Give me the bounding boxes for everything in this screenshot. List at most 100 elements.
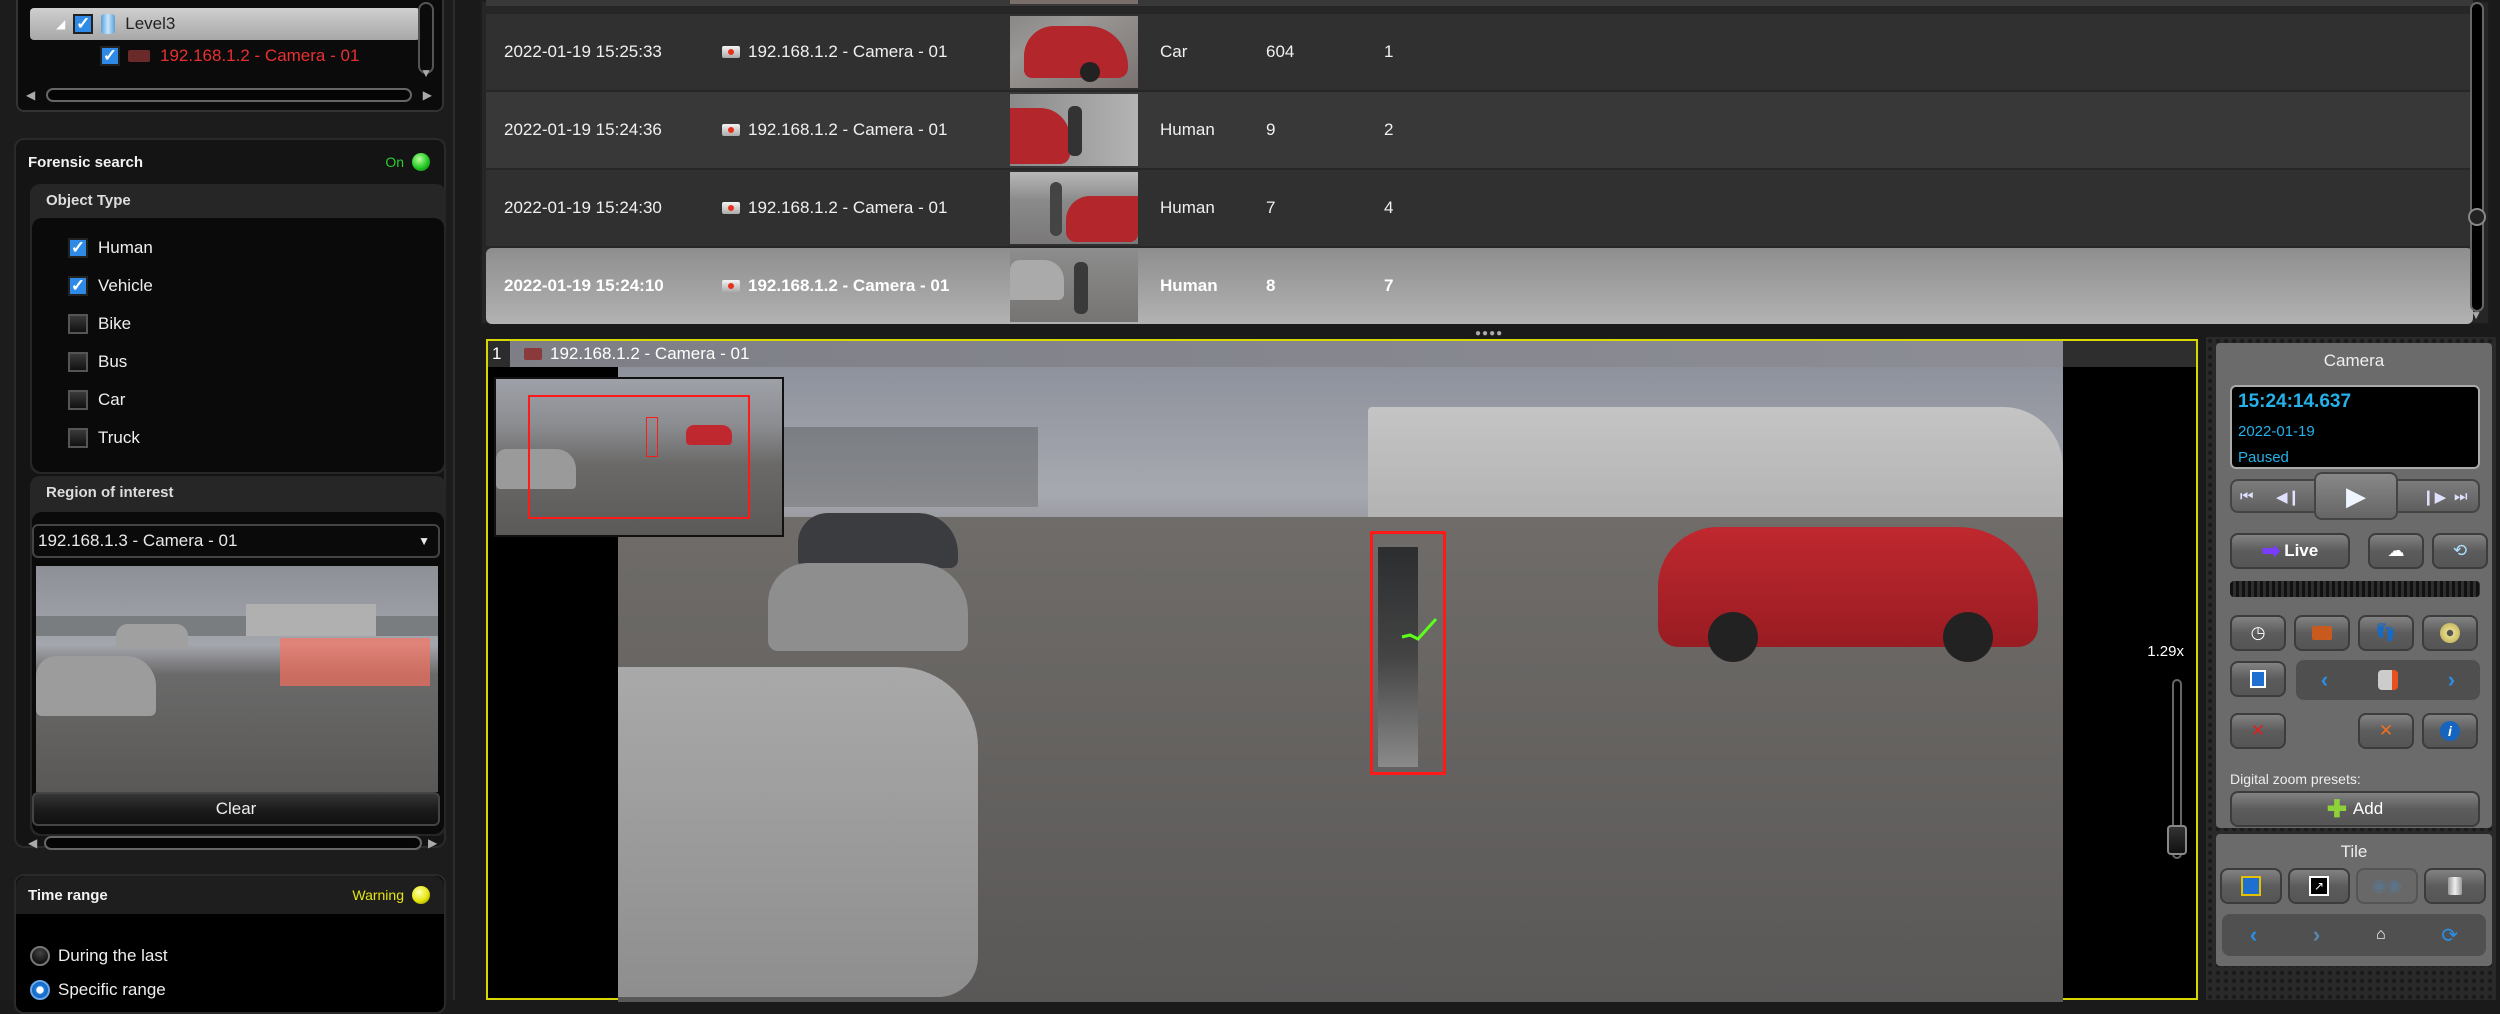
object-type-car[interactable]: Car: [68, 390, 125, 410]
fullscreen-tile-button[interactable]: [2220, 868, 2282, 904]
slow-motion-button[interactable]: ☁: [2368, 533, 2424, 569]
status-led-yellow-icon: [412, 886, 430, 904]
results-vertical-scrollbar[interactable]: [2470, 2, 2484, 312]
object-type-bike[interactable]: Bike: [68, 314, 131, 334]
table-row[interactable]: 2022-01-19 15:24:36 192.168.1.2 - Camera…: [486, 92, 2473, 168]
splitter-handle[interactable]: ●●●●: [1475, 328, 1503, 339]
video-tile[interactable]: 1 192.168.1.2 - Camera - 01 1.29x: [486, 339, 2198, 1002]
table-row-selected[interactable]: 2022-01-19 15:24:10 192.168.1.2 - Camera…: [486, 248, 2473, 324]
home-icon[interactable]: ⌂: [2376, 926, 2386, 944]
object-type-list: ✓ Human ✓ Vehicle Bike Bus Car Truck: [32, 218, 444, 472]
table-row[interactable]: 2022-01-19 15:24:30 192.168.1.2 - Camera…: [486, 170, 2473, 246]
object-type-truck[interactable]: Truck: [68, 428, 140, 448]
scroll-left-icon[interactable]: ◀: [26, 88, 35, 102]
info-button[interactable]: i: [2422, 713, 2478, 749]
red-car-shape: [1024, 26, 1128, 78]
scroll-down-icon[interactable]: ▼: [420, 66, 432, 80]
overview-pip[interactable]: [494, 377, 784, 537]
tree-horizontal-scrollbar[interactable]: [46, 88, 412, 102]
status-led-green-icon: [412, 153, 430, 171]
snapshot-button[interactable]: [2294, 615, 2350, 651]
result-size: 9: [1266, 120, 1276, 139]
tree-item-level3[interactable]: ◢ ✓ Level3: [30, 8, 420, 40]
time-range-header[interactable]: Time range Warning: [16, 876, 444, 914]
next-bookmark-icon[interactable]: ›: [2448, 667, 2455, 693]
results-scroll-down-icon[interactable]: ▼: [2470, 308, 2482, 322]
result-thumbnail[interactable]: [1010, 94, 1138, 166]
forensic-status-text: On: [385, 154, 404, 170]
tree-vertical-scrollbar[interactable]: [418, 2, 434, 74]
bike-checkbox[interactable]: [68, 314, 88, 334]
tile-back-icon[interactable]: ‹: [2250, 922, 2257, 948]
results-scroll-thumb[interactable]: [2468, 208, 2486, 226]
wheel-shape: [1708, 612, 1758, 662]
add-zoom-preset-button[interactable]: ✚ Add: [2230, 791, 2480, 827]
find-button-disabled[interactable]: ◉◉: [2356, 868, 2418, 904]
skip-to-end-icon[interactable]: ⏭: [2454, 488, 2468, 505]
result-score: 1: [1384, 42, 1394, 61]
detach-tile-button[interactable]: ↗: [2288, 868, 2350, 904]
play-button[interactable]: ▶: [2314, 472, 2398, 520]
clear-button[interactable]: Clear: [32, 792, 440, 826]
roi-scroll-right-icon[interactable]: ▶: [428, 836, 437, 850]
step-forward-icon[interactable]: ❙▶: [2422, 488, 2446, 506]
forensic-search-header[interactable]: Forensic search On: [16, 140, 444, 184]
roi-horizontal-scrollbar[interactable]: [44, 836, 422, 850]
tile-mode-button[interactable]: [2230, 661, 2286, 697]
pip-viewport-rect[interactable]: [528, 395, 750, 519]
scroll-right-icon[interactable]: ▶: [423, 88, 432, 102]
tree-item-camera[interactable]: ✓ 192.168.1.2 - Camera - 01: [100, 40, 359, 72]
specific-range-radio[interactable]: [30, 980, 50, 1000]
tile-camera-label: 192.168.1.2 - Camera - 01: [550, 344, 750, 363]
expand-triangle-icon[interactable]: ◢: [56, 17, 65, 31]
step-back-icon[interactable]: ◀❙: [2276, 488, 2300, 506]
skip-to-start-icon[interactable]: ⏮: [2240, 488, 2254, 505]
object-type-bus[interactable]: Bus: [68, 352, 127, 372]
clear-search-button[interactable]: ✕: [2358, 713, 2414, 749]
roi-scroll-left-icon[interactable]: ◀: [28, 836, 37, 850]
table-row-partial[interactable]: [486, 0, 2473, 6]
object-type-human[interactable]: ✓ Human: [68, 238, 153, 258]
red-car-shape: [1066, 196, 1138, 242]
roi-region-highlight[interactable]: [280, 638, 430, 686]
bus-checkbox[interactable]: [68, 352, 88, 372]
live-button[interactable]: ➡ Live: [2230, 533, 2350, 569]
silver-car-shape: [1010, 260, 1064, 300]
object-type-vehicle[interactable]: ✓ Vehicle: [68, 276, 153, 296]
server-icon: [101, 14, 116, 34]
specific-range-option[interactable]: Specific range: [30, 980, 166, 1000]
camera-icon: [722, 46, 740, 58]
truck-label: Truck: [98, 428, 140, 447]
roi-preview-image[interactable]: [36, 566, 438, 792]
video-frame[interactable]: [618, 367, 2063, 1002]
car-checkbox[interactable]: [68, 390, 88, 410]
camera-checkbox[interactable]: ✓: [100, 46, 120, 66]
roi-camera-select[interactable]: 192.168.1.3 - Camera - 01 ▼: [32, 524, 440, 558]
vehicle-checkbox[interactable]: ✓: [68, 276, 88, 296]
binoculars-icon: ◉◉: [2372, 876, 2402, 895]
refresh-icon[interactable]: ⟳: [2441, 923, 2458, 948]
level3-checkbox[interactable]: ✓: [73, 14, 94, 34]
bookmark-icon[interactable]: [2378, 670, 2398, 690]
table-row[interactable]: 2022-01-19 15:25:33 192.168.1.2 - Camera…: [486, 14, 2473, 90]
previous-bookmark-icon[interactable]: ‹: [2321, 667, 2328, 693]
result-thumbnail[interactable]: [1010, 172, 1138, 244]
zoom-slider-handle[interactable]: [2167, 825, 2187, 855]
during-the-last-radio[interactable]: [30, 946, 50, 966]
loop-button[interactable]: ⟲: [2432, 533, 2488, 569]
visit-history-button[interactable]: 👣: [2358, 615, 2414, 651]
result-thumbnail[interactable]: [1010, 16, 1138, 88]
truck-checkbox[interactable]: [68, 428, 88, 448]
play-icon: ▶: [2346, 481, 2366, 511]
disconnect-button[interactable]: ✕: [2230, 713, 2286, 749]
during-the-last-option[interactable]: During the last: [30, 946, 168, 966]
result-thumbnail[interactable]: [1010, 250, 1138, 322]
turtle-icon: ☁: [2387, 541, 2405, 560]
detection-bounding-box[interactable]: [1370, 531, 1446, 775]
result-camera: 192.168.1.2 - Camera - 01: [722, 276, 949, 296]
tile-forward-icon[interactable]: ›: [2313, 922, 2320, 948]
human-checkbox[interactable]: ✓: [68, 238, 88, 258]
export-disc-button[interactable]: [2422, 615, 2478, 651]
clear-tile-button[interactable]: [2424, 868, 2486, 904]
time-jump-button[interactable]: ◷: [2230, 615, 2286, 651]
